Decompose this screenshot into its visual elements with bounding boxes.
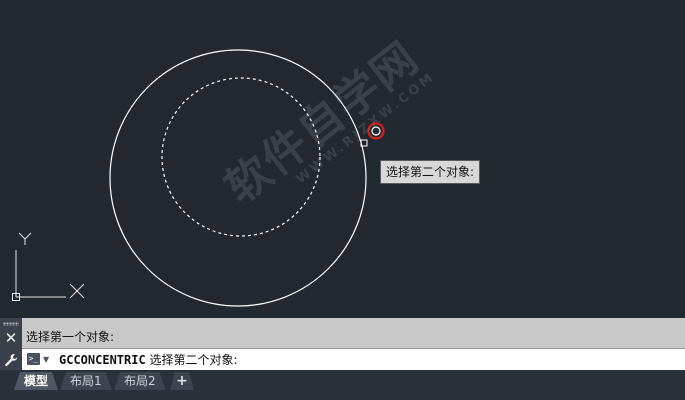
drawing-canvas[interactable]: 软件自学网 WWW.RJZXW.COM 选择第二个对象: <box>0 0 685 318</box>
add-layout-button[interactable]: + <box>170 372 194 390</box>
command-prompt-icon[interactable]: >_ <box>27 353 40 365</box>
command-line-gutter: ✕ <box>0 318 22 370</box>
command-line-panel: ✕ 选择第一个对象: >_ ▼ GCCONCENTRIC 选择第二个对象: <box>0 318 685 370</box>
command-history-line: 选择第一个对象: <box>26 330 115 344</box>
wrench-icon[interactable] <box>3 352 19 368</box>
command-name: GCCONCENTRIC <box>59 353 146 367</box>
command-text[interactable]: GCCONCENTRIC 选择第二个对象: <box>59 352 238 368</box>
layout-tabs-bar: 模型 布局1 布局2 + <box>0 370 685 400</box>
tab-layout2[interactable]: 布局2 <box>114 372 166 390</box>
chevron-down-icon[interactable]: ▼ <box>43 352 49 368</box>
drag-grip-icon[interactable] <box>3 322 19 326</box>
close-icon[interactable]: ✕ <box>4 331 18 346</box>
tab-layout1[interactable]: 布局1 <box>60 372 112 390</box>
command-input[interactable]: >_ ▼ GCCONCENTRIC 选择第二个对象: <box>22 348 685 370</box>
outer-circle[interactable] <box>109 49 367 307</box>
ucs-icon <box>12 232 85 301</box>
command-prompt-text: 选择第二个对象: <box>149 353 238 367</box>
inner-circle-dashed[interactable] <box>161 77 321 237</box>
tab-model[interactable]: 模型 <box>14 372 58 390</box>
drawing-svg <box>12 49 385 307</box>
cad-window: 软件自学网 WWW.RJZXW.COM 选择第二个对象: ✕ 选择第一个对象: … <box>0 0 685 400</box>
dynamic-input-tooltip: 选择第二个对象: <box>380 160 481 184</box>
cursor-marker-icon <box>367 122 385 140</box>
